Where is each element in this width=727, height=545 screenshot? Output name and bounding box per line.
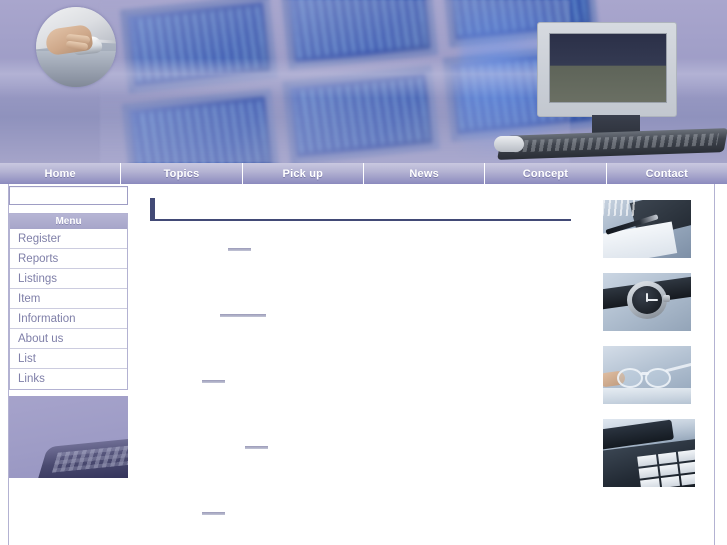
nav-item-pickup[interactable]: Pick up	[243, 163, 364, 184]
keyboard-icon	[497, 128, 727, 160]
watch-crown	[663, 295, 670, 302]
page-title-row	[150, 198, 575, 222]
keyboard-icon	[35, 437, 128, 478]
glasses-lens	[617, 368, 643, 388]
left-sidebar: Menu Register Reports Listings Item Info…	[9, 184, 128, 478]
keypad-key	[660, 475, 681, 487]
keypad-key	[681, 473, 695, 486]
title-accent-bar	[150, 198, 155, 220]
title-divider	[150, 219, 571, 221]
sidebar-item-about-us[interactable]: About us	[10, 329, 127, 349]
main-navigation: Home Topics Pick up News Concept Contact	[0, 163, 727, 184]
thumbnail-eyeglasses[interactable]	[603, 346, 691, 404]
nav-item-home[interactable]: Home	[0, 163, 122, 184]
thumbnail-pen-notebook[interactable]	[603, 200, 691, 258]
keypad-key	[657, 451, 678, 465]
mouse-icon	[494, 136, 524, 152]
thumbnail-telephone[interactable]	[603, 419, 695, 487]
sidebar-item-links[interactable]: Links	[10, 369, 127, 389]
watch-minute-hand	[647, 299, 658, 301]
sidebar-item-information[interactable]: Information	[10, 309, 127, 329]
glasses-arm	[665, 362, 691, 373]
content-placeholder-line	[220, 314, 266, 317]
header-banner	[0, 0, 727, 163]
hand-on-mouse-photo	[36, 7, 116, 87]
photo-desk	[36, 51, 116, 87]
nav-item-concept[interactable]: Concept	[485, 163, 607, 184]
desktop-computer-graphic	[492, 10, 727, 163]
photo-glint	[603, 200, 637, 216]
content-placeholder-line	[245, 446, 268, 449]
menu-panel: Menu Register Reports Listings Item Info…	[9, 213, 128, 390]
sidebar-item-item[interactable]: Item	[10, 289, 127, 309]
sidebar-item-register[interactable]: Register	[10, 229, 127, 249]
main-content	[150, 198, 575, 515]
keypad-key	[679, 461, 695, 474]
right-image-column	[603, 200, 699, 502]
menu-list: Register Reports Listings Item Informati…	[10, 229, 127, 389]
keypad-key	[637, 454, 657, 467]
search-input[interactable]	[9, 186, 128, 205]
content-placeholder-line	[202, 380, 225, 383]
nav-item-topics[interactable]: Topics	[121, 163, 243, 184]
telephone-keypad	[637, 449, 695, 487]
content-placeholder-line	[228, 248, 251, 251]
page-root: Home Topics Pick up News Concept Contact…	[0, 0, 727, 545]
monitor-icon	[537, 22, 677, 117]
nav-item-contact[interactable]: Contact	[607, 163, 727, 184]
monitor-screen	[549, 33, 667, 103]
keypad-key	[640, 478, 660, 487]
keypad-key	[659, 463, 679, 477]
glasses-bridge	[641, 372, 649, 375]
menu-header: Menu	[10, 214, 127, 229]
content-placeholder-line	[202, 512, 225, 515]
keypad-key	[638, 466, 659, 479]
thumbnail-wristwatch[interactable]	[603, 273, 691, 331]
keypad-key	[678, 449, 695, 462]
nav-item-news[interactable]: News	[364, 163, 486, 184]
sidebar-item-list[interactable]: List	[10, 349, 127, 369]
sidebar-item-reports[interactable]: Reports	[10, 249, 127, 269]
page-body: Menu Register Reports Listings Item Info…	[0, 184, 727, 545]
photo-sheen	[603, 388, 691, 404]
sidebar-keyboard-photo	[9, 396, 128, 478]
sidebar-item-listings[interactable]: Listings	[10, 269, 127, 289]
right-frame-border	[714, 184, 715, 545]
